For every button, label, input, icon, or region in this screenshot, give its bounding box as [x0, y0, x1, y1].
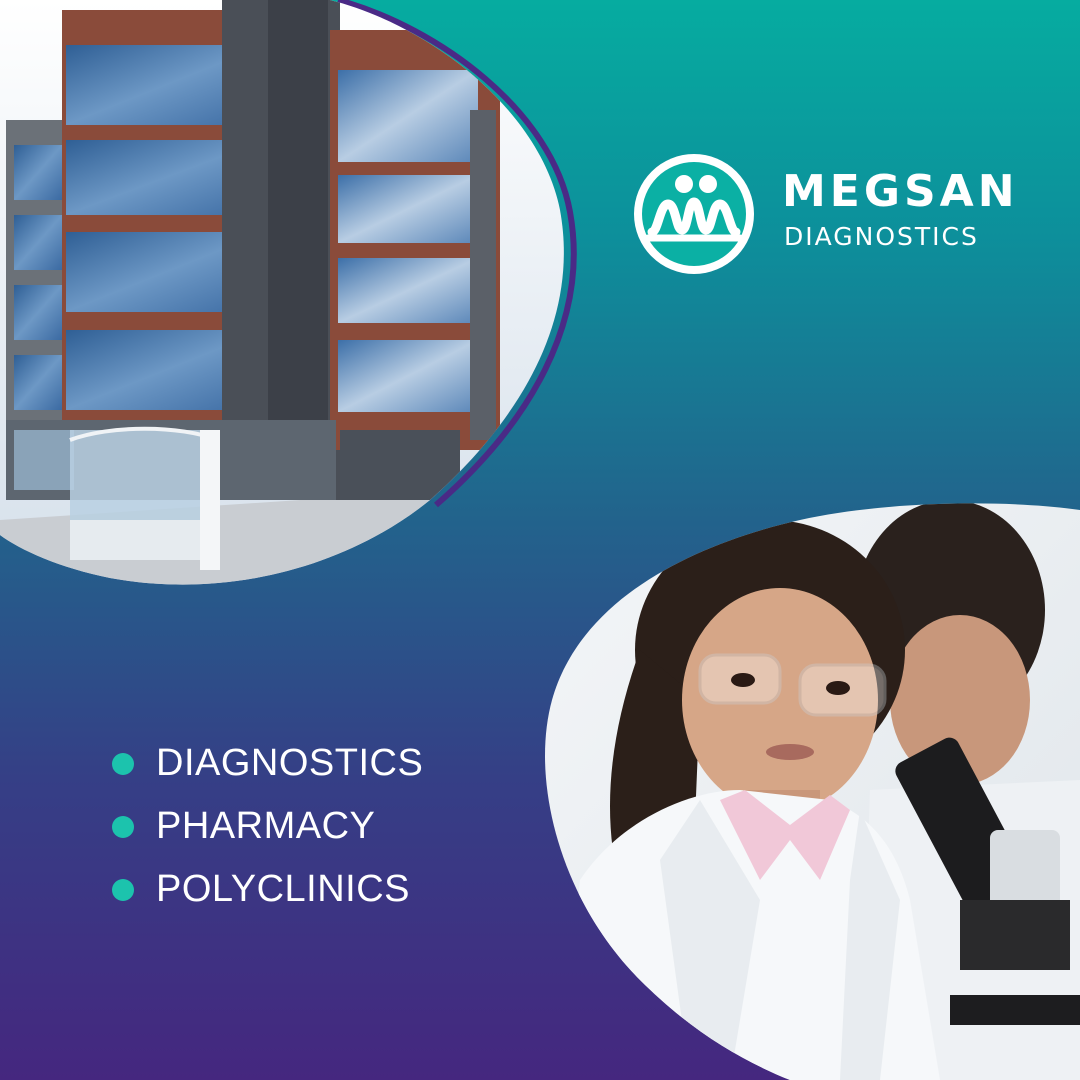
people-wave-logo-icon — [634, 154, 754, 274]
services-list: DIAGNOSTICS PHARMACY POLYCLINICS — [112, 732, 423, 921]
bullet-icon — [112, 878, 134, 901]
service-label: PHARMACY — [156, 805, 376, 847]
service-label: POLYCLINICS — [156, 868, 410, 910]
poster-canvas: MEGSAN DIAGNOSTICS DIAGNOSTICS PHARMACY … — [0, 0, 1080, 1080]
bullet-icon — [112, 815, 134, 838]
list-item: PHARMACY — [112, 795, 423, 858]
brand-name: MEGSAN — [782, 166, 1019, 217]
brand-logo: MEGSAN DIAGNOSTICS — [628, 148, 1015, 278]
brand-tagline: DIAGNOSTICS — [784, 222, 979, 251]
service-label: DIAGNOSTICS — [156, 742, 424, 784]
bullet-icon — [112, 752, 134, 775]
list-item: DIAGNOSTICS — [112, 732, 423, 795]
list-item: POLYCLINICS — [112, 858, 423, 921]
